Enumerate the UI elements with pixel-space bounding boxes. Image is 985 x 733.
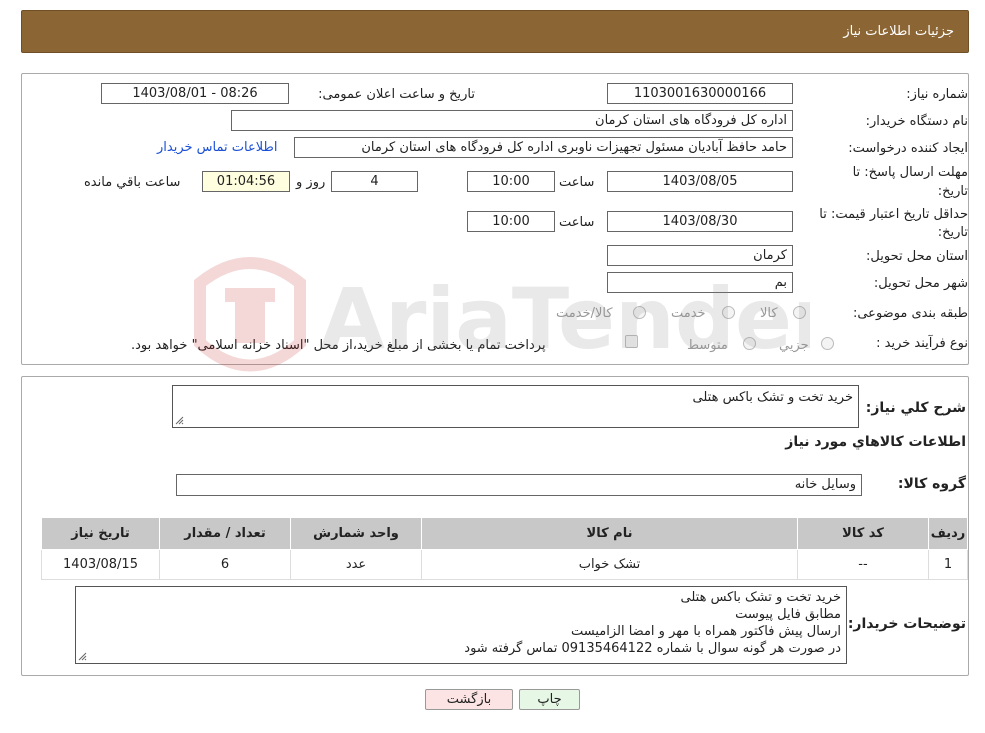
buyer-notes-textarea[interactable]: خرید تخت و تشک باکس هتلی مطابق فایل پیوس…	[75, 586, 847, 664]
payment-note: پرداخت تمام یا بخشی از مبلغ خرید،از محل …	[131, 338, 546, 353]
col-unit-header: واحد شمارش	[290, 517, 422, 550]
buyer-contact-link[interactable]: اطلاعات تماس خریدار	[157, 140, 277, 155]
col-row-header: رديف	[928, 517, 968, 550]
category-service-label: خدمت	[671, 306, 706, 321]
cell-qty: 6	[159, 549, 291, 580]
cell-unit: عدد	[290, 549, 422, 580]
page-header: جزئیات اطلاعات نیاز	[21, 10, 969, 53]
announce-date-value: 1403/08/01 - 08:26	[132, 86, 258, 101]
remaining-time-field[interactable]: 01:04:56	[202, 171, 290, 192]
validity-time-word: ساعت	[559, 215, 595, 230]
buyer-notes-line: در صورت هر گونه سوال با شماره 0913546412…	[464, 641, 841, 656]
remaining-word: ساعت باقي مانده	[84, 175, 181, 190]
buyer-notes-line: مطابق فایل پیوست	[735, 607, 841, 622]
resize-grip-icon[interactable]	[78, 652, 87, 661]
process-label: نوع فرآیند خرید :	[876, 336, 968, 351]
validity-label-line2: تاریخ:	[937, 225, 968, 240]
province-field[interactable]: کرمان	[607, 245, 793, 266]
resize-grip-icon[interactable]	[175, 416, 184, 425]
cell-date: 1403/08/15	[41, 549, 160, 580]
col-date-header: تاريخ نياز	[41, 517, 160, 550]
category-goods-service-radio[interactable]	[633, 306, 646, 319]
table-row[interactable]: 1 -- تشک خواب عدد 6 1403/08/15	[41, 549, 968, 580]
cell-row: 1	[928, 549, 968, 580]
days-remaining-field[interactable]: 4	[331, 171, 418, 192]
category-goods-radio[interactable]	[793, 306, 806, 319]
col-name-header: نام کالا	[421, 517, 798, 550]
category-goods-service-label: کالا/خدمت	[556, 306, 613, 321]
buyer-org-label: نام دستگاه خریدار:	[865, 114, 968, 129]
deadline-time-word: ساعت	[559, 175, 595, 190]
city-field[interactable]: بم	[607, 272, 793, 293]
print-button[interactable]: چاپ	[519, 689, 580, 710]
validity-label-line1: حداقل تاریخ اعتبار قیمت: تا	[819, 207, 968, 222]
col-code-header: کد کالا	[797, 517, 929, 550]
goods-group-field[interactable]: وسایل خانه	[176, 474, 862, 496]
city-label: شهر محل تحویل:	[873, 276, 968, 291]
goods-info-title: اطلاعات کالاهاي مورد نياز	[785, 434, 966, 450]
days-word: روز و	[296, 175, 326, 190]
summary-label: شرح کلي نياز:	[865, 400, 966, 416]
buyer-notes-line: خرید تخت و تشک باکس هتلی	[680, 590, 841, 605]
process-minor-label: جزيي	[779, 338, 809, 353]
cell-code: --	[797, 549, 929, 580]
treasury-checkbox[interactable]	[625, 335, 638, 348]
creator-field[interactable]: حامد حافظ آبادیان مسئول تجهیزات ناوبری ا…	[294, 137, 793, 158]
process-medium-label: متوسط	[687, 338, 728, 353]
validity-time-field[interactable]: 10:00	[467, 211, 555, 232]
col-qty-header: تعداد / مقدار	[159, 517, 291, 550]
goods-group-label: گروه کالا:	[897, 476, 966, 492]
page-title: جزئیات اطلاعات نیاز	[843, 24, 954, 39]
back-button[interactable]: بازگشت	[425, 689, 513, 710]
summary-text: خرید تخت و تشک باکس هتلی	[692, 390, 853, 405]
buyer-org-field[interactable]: اداره کل فرودگاه های استان کرمان	[231, 110, 793, 131]
deadline-label-line2: تاریخ:	[937, 184, 968, 199]
deadline-label-line1: مهلت ارسال پاسخ: تا	[852, 165, 968, 180]
category-goods-label: کالا	[760, 306, 778, 321]
process-medium-radio[interactable]	[743, 337, 756, 350]
need-number-label: شماره نیاز:	[906, 87, 968, 102]
category-service-radio[interactable]	[722, 306, 735, 319]
creator-label: ایجاد کننده درخواست:	[848, 141, 968, 156]
summary-textarea[interactable]: خرید تخت و تشک باکس هتلی	[172, 385, 859, 428]
table-header-row: رديف کد کالا نام کالا واحد شمارش تعداد /…	[41, 517, 968, 550]
deadline-date-field[interactable]: 1403/08/05	[607, 171, 793, 192]
process-minor-radio[interactable]	[821, 337, 834, 350]
buyer-notes-label: توضیحات خریدار:	[847, 616, 966, 632]
buyer-notes-line: ارسال پیش فاکتور همراه با مهر و امضا الز…	[570, 624, 841, 639]
province-label: استان محل تحویل:	[866, 249, 968, 264]
validity-date-field[interactable]: 1403/08/30	[607, 211, 793, 232]
goods-table: رديف کد کالا نام کالا واحد شمارش تعداد /…	[41, 517, 968, 580]
announce-date-label: تاریخ و ساعت اعلان عمومی:	[318, 87, 475, 102]
deadline-time-field[interactable]: 10:00	[467, 171, 555, 192]
cell-name: تشک خواب	[421, 549, 798, 580]
category-label: طبقه بندی موضوعی:	[852, 306, 968, 321]
announce-date-field[interactable]: 1403/08/01 - 08:26	[101, 83, 289, 104]
need-number-field[interactable]: 1103001630000166	[607, 83, 793, 104]
